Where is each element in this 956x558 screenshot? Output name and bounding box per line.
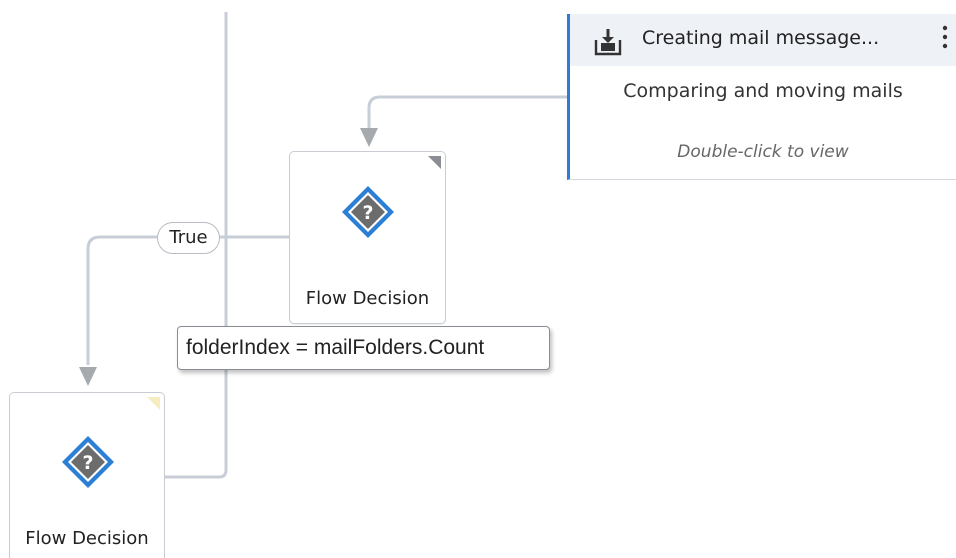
svg-text:?: ? [82,452,93,474]
corner-marker [428,156,441,169]
question-diamond-icon: ? [340,184,396,240]
workflow-canvas[interactable]: Creating mail message... Comparing and m… [0,0,956,558]
activity-to-decision-connector [367,95,567,128]
activity-subtitle: Comparing and moving mails [623,80,903,102]
question-diamond-icon: ? [60,434,116,490]
svg-text:?: ? [362,202,373,224]
arrow-head-icon [79,367,97,386]
condition-tooltip: folderIndex = mailFolders.Count [177,326,550,370]
activity-card[interactable]: Creating mail message... Comparing and m… [567,14,956,180]
flow-decision-node[interactable]: ? Flow Decision [9,392,165,558]
decision-label: Flow Decision [25,528,149,549]
more-vertical-icon[interactable] [938,24,952,56]
arrow-head-icon [360,128,378,147]
activity-title: Creating mail message... [642,27,880,49]
activity-header[interactable]: Creating mail message... [570,14,956,66]
true-branch-label[interactable]: True [157,222,220,254]
activity-hint: Double-click to view [677,142,849,162]
flow-decision-node[interactable]: ? Flow Decision [289,151,446,324]
download-tray-icon [594,28,622,56]
corner-marker [147,397,160,410]
decision-label: Flow Decision [305,288,430,309]
